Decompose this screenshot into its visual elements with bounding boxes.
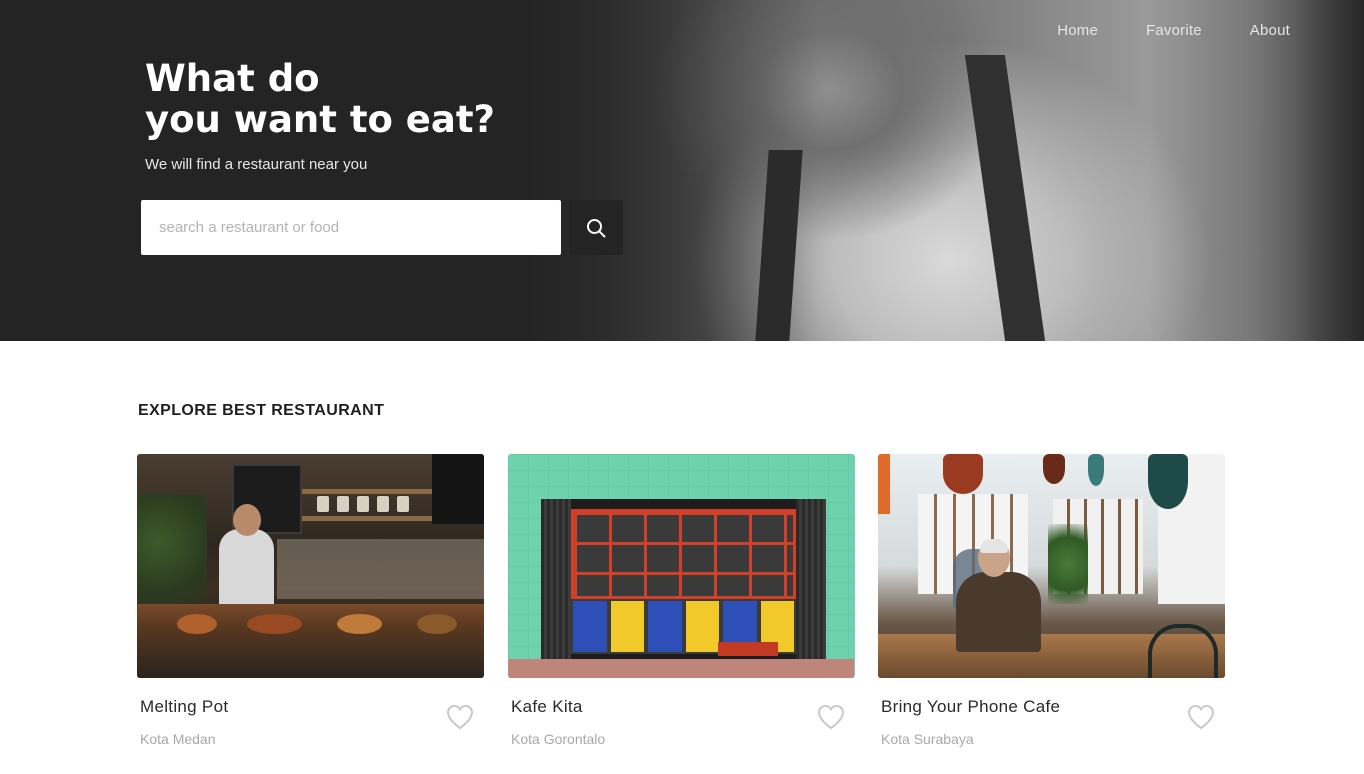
image-detail bbox=[233, 504, 261, 536]
image-detail bbox=[571, 599, 609, 654]
restaurant-city: Kota Medan bbox=[140, 731, 216, 747]
image-detail bbox=[377, 496, 389, 512]
search-input[interactable] bbox=[141, 200, 561, 255]
image-detail bbox=[1148, 624, 1218, 678]
nav-home[interactable]: Home bbox=[1057, 22, 1098, 39]
image-detail bbox=[980, 539, 1008, 553]
hero-banner: Home Favorite About What do you want to … bbox=[0, 0, 1364, 341]
restaurant-image[interactable] bbox=[137, 454, 484, 678]
image-detail bbox=[541, 499, 571, 659]
image-detail bbox=[796, 499, 826, 659]
search-icon bbox=[587, 218, 606, 237]
nav-favorite[interactable]: Favorite bbox=[1146, 22, 1202, 39]
image-detail bbox=[508, 659, 854, 678]
image-detail bbox=[646, 599, 684, 654]
image-detail bbox=[1148, 454, 1188, 509]
restaurant-image[interactable] bbox=[508, 454, 855, 678]
restaurant-name[interactable]: Bring Your Phone Cafe bbox=[881, 697, 1060, 717]
section-title: EXPLORE BEST RESTAURANT bbox=[138, 402, 385, 419]
heart-outline-icon[interactable] bbox=[817, 704, 845, 730]
image-detail bbox=[397, 496, 409, 512]
image-detail bbox=[683, 599, 721, 654]
hero-title-line2: you want to eat? bbox=[145, 98, 496, 141]
image-detail bbox=[417, 614, 457, 634]
image-detail bbox=[137, 494, 207, 614]
image-detail bbox=[432, 454, 484, 524]
restaurant-card[interactable]: Melting Pot Kota Medan bbox=[137, 454, 484, 747]
image-detail bbox=[608, 599, 646, 654]
restaurant-city: Kota Gorontalo bbox=[511, 731, 606, 747]
image-detail bbox=[302, 489, 432, 494]
image-detail bbox=[1048, 524, 1088, 604]
image-detail bbox=[277, 539, 484, 599]
restaurant-card[interactable]: Bring Your Phone Cafe Kota Surabaya bbox=[878, 454, 1225, 747]
top-nav: Home Favorite About bbox=[1009, 22, 1290, 39]
image-detail bbox=[943, 454, 983, 494]
image-detail bbox=[718, 642, 778, 656]
image-detail bbox=[1088, 454, 1104, 486]
image-detail bbox=[177, 614, 217, 634]
heart-outline-icon[interactable] bbox=[1187, 704, 1215, 730]
restaurant-image[interactable] bbox=[878, 454, 1225, 678]
restaurant-list: Melting Pot Kota Medan Kafe Kita Kota Go… bbox=[137, 454, 1225, 774]
restaurant-card[interactable]: Kafe Kita Kota Gorontalo bbox=[508, 454, 855, 747]
image-detail bbox=[317, 496, 329, 512]
image-detail bbox=[956, 572, 1041, 652]
image-detail bbox=[247, 614, 302, 634]
image-detail bbox=[571, 509, 796, 599]
restaurant-city: Kota Surabaya bbox=[881, 731, 974, 747]
image-detail bbox=[357, 496, 369, 512]
image-detail bbox=[302, 516, 432, 521]
image-detail bbox=[337, 614, 382, 634]
restaurant-name[interactable]: Melting Pot bbox=[140, 697, 228, 717]
heart-outline-icon[interactable] bbox=[446, 704, 474, 730]
restaurant-name[interactable]: Kafe Kita bbox=[511, 697, 583, 717]
image-detail bbox=[1043, 454, 1065, 484]
hero-subtitle: We will find a restaurant near you bbox=[145, 156, 368, 173]
hero-title: What do you want to eat? bbox=[145, 58, 495, 140]
search-button[interactable] bbox=[569, 200, 623, 255]
hero-title-line1: What do bbox=[145, 57, 320, 100]
image-detail bbox=[878, 454, 890, 514]
image-detail bbox=[337, 496, 349, 512]
nav-about[interactable]: About bbox=[1250, 22, 1290, 39]
